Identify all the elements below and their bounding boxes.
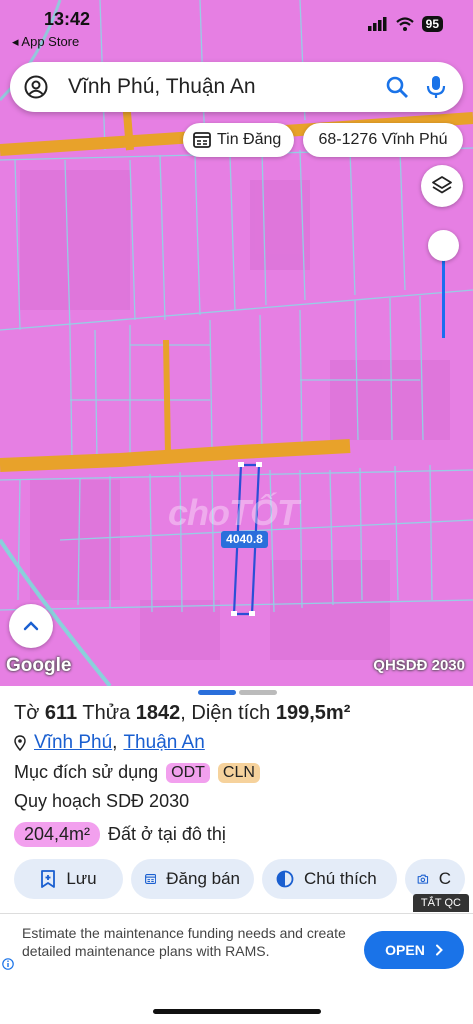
wifi-icon bbox=[395, 17, 414, 31]
listing-icon bbox=[145, 874, 157, 884]
pager-dot-active[interactable] bbox=[198, 690, 236, 695]
location-pin-icon bbox=[14, 735, 26, 751]
land-use-purpose: Mục đích sử dụng ODT CLN bbox=[14, 762, 260, 783]
status-icons: 95 bbox=[367, 16, 443, 32]
post-button-label: Đăng bán bbox=[166, 869, 240, 888]
parcel-map-label[interactable]: 4040.8 bbox=[221, 531, 268, 548]
signal-icon bbox=[367, 17, 387, 31]
camera-add-icon bbox=[417, 874, 429, 884]
photo-button-label: C bbox=[438, 869, 451, 888]
listing-icon bbox=[193, 132, 211, 148]
back-to-app-store[interactable]: ◂ App Store bbox=[12, 34, 79, 50]
parcel-code-chip[interactable]: 68-1276 Vĩnh Phú bbox=[303, 123, 463, 157]
legend-button-label: Chú thích bbox=[304, 869, 377, 888]
search-input[interactable]: Vĩnh Phú, Thuận An bbox=[68, 75, 385, 99]
home-indicator[interactable] bbox=[153, 1009, 321, 1014]
ward-link[interactable]: Vĩnh Phú bbox=[34, 732, 112, 754]
plan-area-badge: 204,4m² bbox=[14, 822, 101, 847]
action-buttons: Lưu Đăng bán Chú thích C bbox=[14, 859, 465, 899]
google-logo: Google bbox=[6, 655, 72, 676]
search-bar[interactable]: Vĩnh Phú, Thuận An bbox=[10, 62, 463, 112]
opacity-slider-thumb[interactable] bbox=[428, 230, 459, 261]
contrast-icon bbox=[276, 870, 294, 888]
status-time: 13:42 bbox=[44, 9, 91, 29]
close-ad-button[interactable]: TẮT QC bbox=[412, 894, 469, 912]
ad-banner: TẮT QC Estimate the maintenance funding … bbox=[0, 894, 473, 985]
pager-dot[interactable] bbox=[239, 690, 277, 695]
sheet-number: 611 bbox=[44, 702, 78, 724]
plan-land-type: Đất ở tại đô thị bbox=[108, 824, 226, 844]
chevron-up-icon bbox=[23, 621, 39, 631]
map-layer-name: QHSDĐ 2030 bbox=[373, 657, 465, 674]
save-button-label: Lưu bbox=[66, 869, 97, 888]
back-app-label: App Store bbox=[21, 34, 80, 49]
parcel-location: Vĩnh Phú, Thuận An bbox=[14, 732, 205, 754]
ad-info-icon[interactable] bbox=[2, 958, 14, 970]
layers-icon bbox=[432, 176, 452, 194]
legend-button[interactable]: Chú thích bbox=[262, 859, 397, 899]
save-button[interactable]: Lưu bbox=[14, 859, 123, 899]
city-link[interactable]: Thuận An bbox=[123, 732, 204, 754]
layers-button[interactable] bbox=[421, 165, 463, 207]
chotot-watermark: choTỐT bbox=[168, 492, 299, 533]
status-bar: 13:42 ◂ App Store 95 bbox=[0, 0, 473, 54]
post-for-sale-button[interactable]: Đăng bán bbox=[131, 859, 254, 899]
account-icon[interactable] bbox=[24, 75, 48, 99]
battery-level: 95 bbox=[421, 16, 443, 32]
lot-number: 1842 bbox=[135, 702, 181, 724]
listing-chip-label: Tin Đăng bbox=[217, 131, 282, 148]
parcel-area: 199,5m² bbox=[275, 702, 351, 724]
purpose-badge-odt: ODT bbox=[166, 762, 210, 783]
listing-chip[interactable]: Tin Đăng bbox=[183, 123, 294, 157]
land-plan-label: Quy hoạch SDĐ 2030 bbox=[14, 791, 190, 811]
ad-open-button[interactable]: OPEN bbox=[364, 931, 464, 969]
expand-panel-button[interactable] bbox=[9, 604, 53, 648]
ad-text[interactable]: Estimate the maintenance funding needs a… bbox=[22, 924, 352, 960]
mic-icon[interactable] bbox=[425, 75, 447, 99]
bookmark-add-icon bbox=[41, 870, 56, 888]
purpose-label: Mục đích sử dụng bbox=[14, 762, 159, 782]
plan-area-row: 204,4m² Đất ở tại đô thị bbox=[14, 822, 226, 847]
ad-open-label: OPEN bbox=[385, 942, 425, 958]
panel-pager bbox=[198, 690, 277, 695]
search-icon[interactable] bbox=[385, 75, 409, 99]
chevron-right-icon bbox=[435, 944, 443, 956]
photo-button[interactable]: C bbox=[405, 859, 465, 899]
purpose-badge-cln: CLN bbox=[217, 762, 260, 783]
parcel-title: Tờ 611 Thửa 1842, Diện tích 199,5m² bbox=[14, 702, 351, 724]
